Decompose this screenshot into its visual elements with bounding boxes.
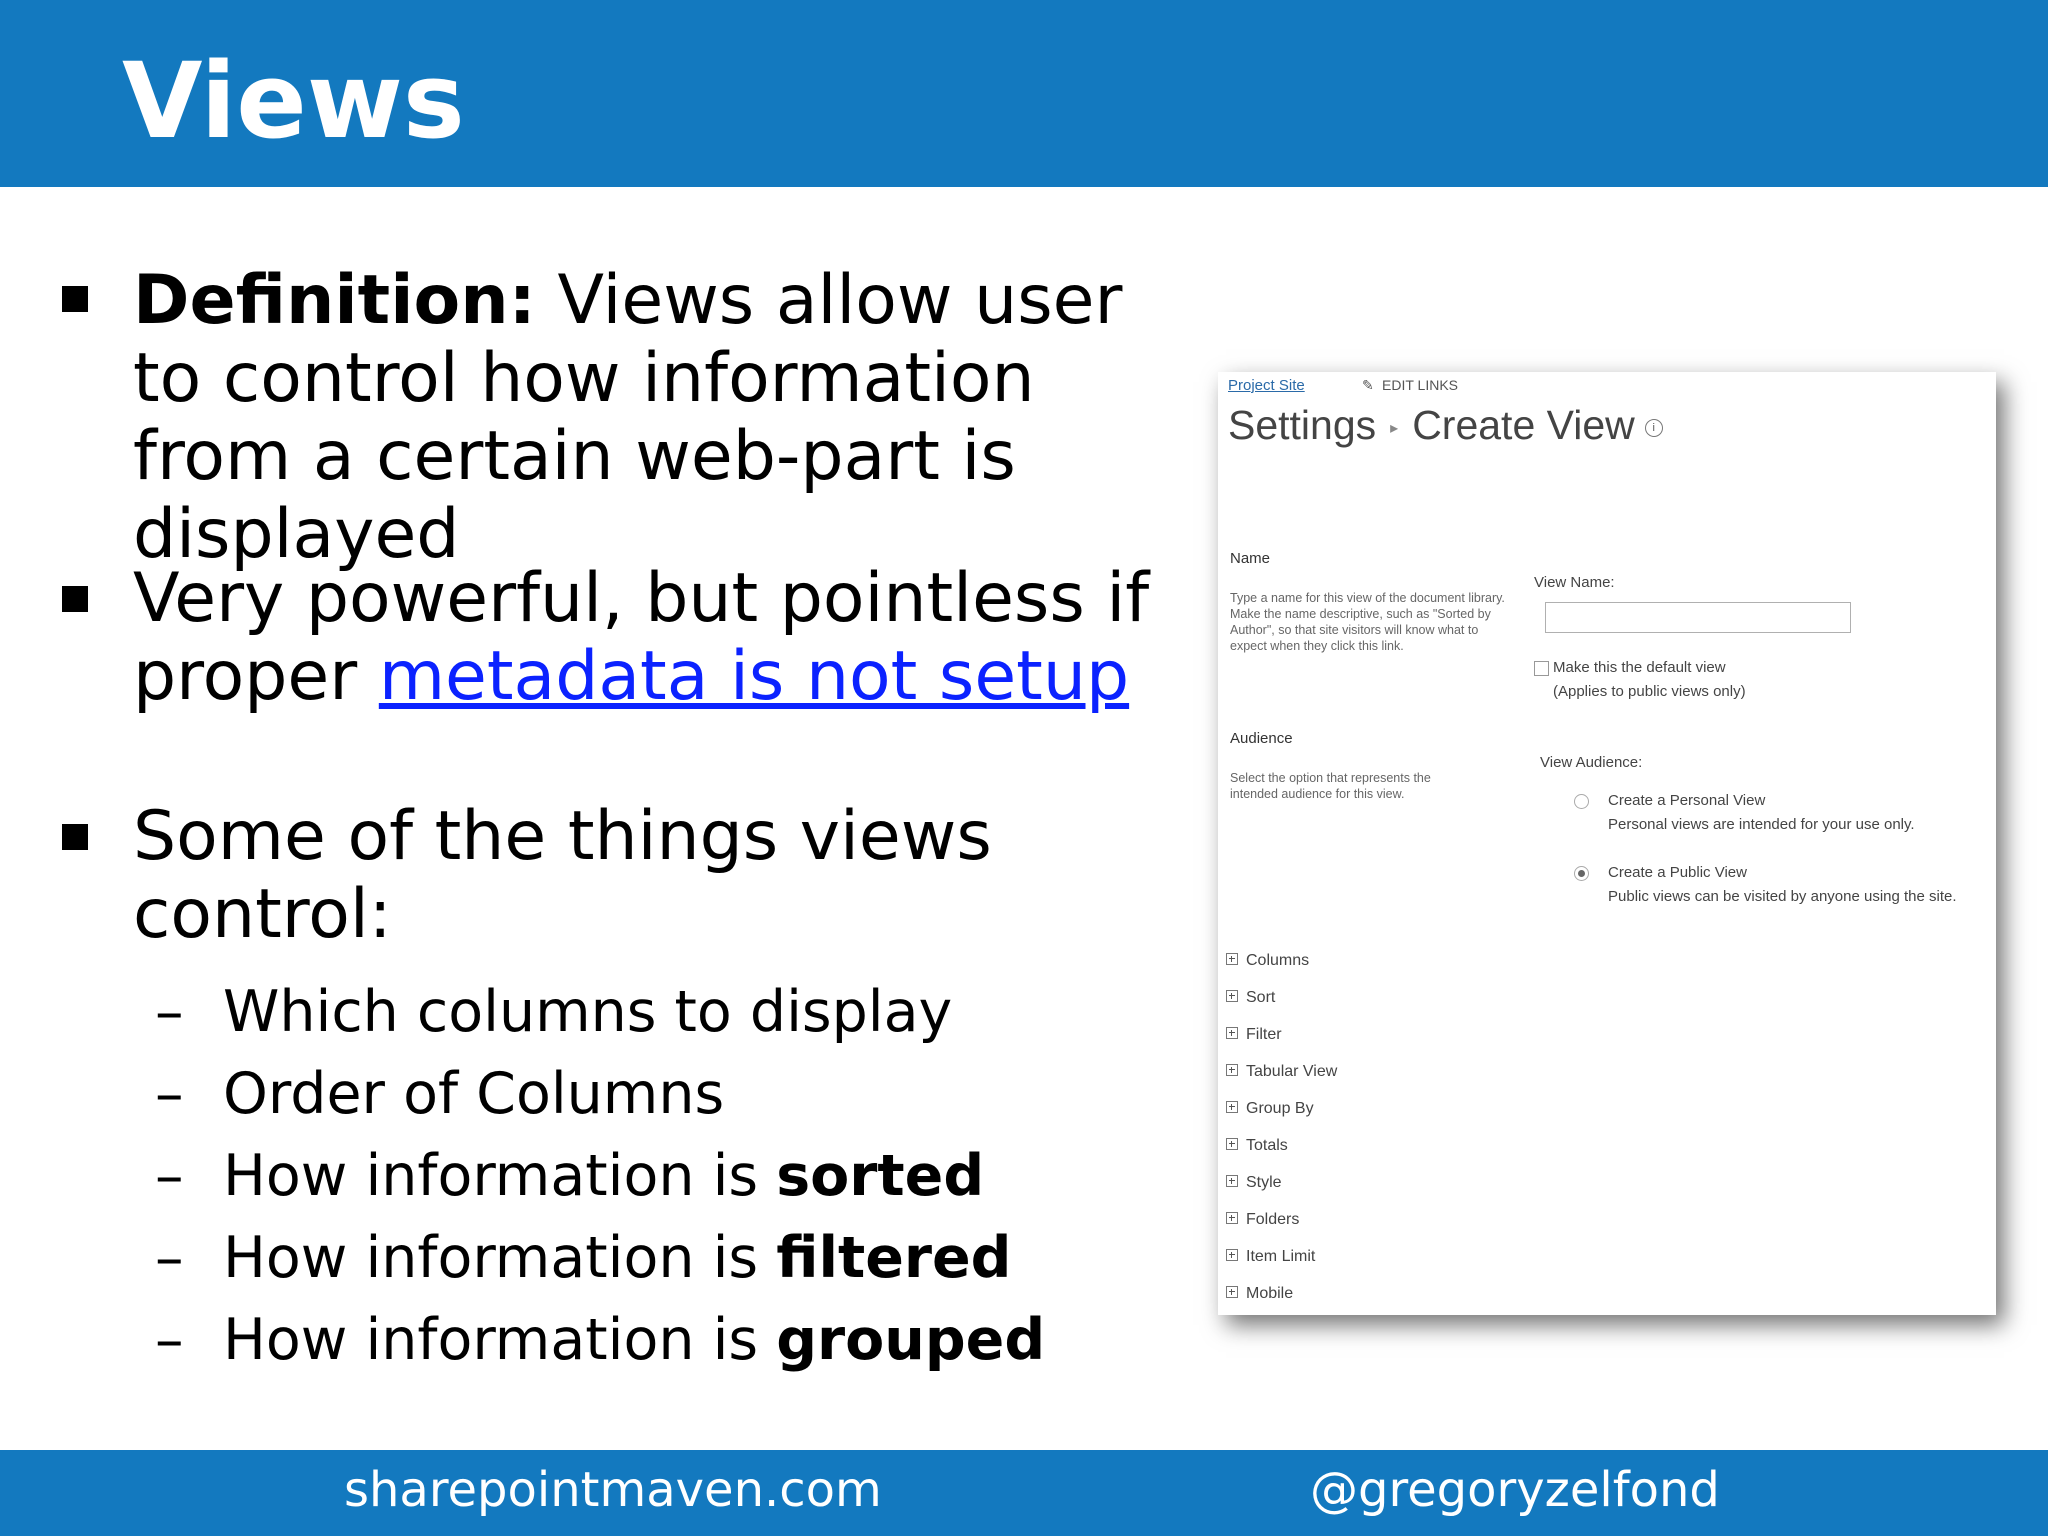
sub-bullet: – How information is sorted	[155, 1144, 984, 1208]
slide-footer: sharepointmaven.com @gregoryzelfond	[0, 1450, 2048, 1536]
section-label: Item Limit	[1246, 1248, 1316, 1265]
view-name-input[interactable]	[1545, 602, 1851, 633]
title-create-view: Create View	[1412, 402, 1635, 448]
section-sort[interactable]: Sort	[1226, 989, 1275, 1007]
public-view-note: Public views can be visited by anyone us…	[1608, 888, 1957, 905]
expand-icon	[1226, 1064, 1238, 1076]
bullet-marker	[62, 824, 88, 850]
sub-bullet: – Which columns to display	[155, 980, 952, 1044]
expand-icon	[1226, 1286, 1238, 1298]
expand-icon	[1226, 990, 1238, 1002]
expand-icon	[1226, 1138, 1238, 1150]
audience-section-description: Select the option that represents the in…	[1230, 771, 1431, 801]
audience-section-title: Audience	[1230, 730, 1293, 747]
public-view-radio[interactable]	[1574, 866, 1589, 881]
sub-bullet-text: How information is	[223, 1307, 777, 1373]
breadcrumb-project-site[interactable]: Project Site	[1228, 377, 1305, 394]
sub-bullet: – How information is grouped	[155, 1308, 1045, 1372]
sub-bullet-text: How information is	[223, 1225, 777, 1291]
create-view-screenshot: Project Site ✎ EDIT LINKS Settings ▸ Create…	[1218, 372, 1996, 1315]
section-group-by[interactable]: Group By	[1226, 1100, 1314, 1118]
bullet-definition: Definition: Views allow user to control …	[133, 262, 1193, 574]
section-item-limit[interactable]: Item Limit	[1226, 1248, 1315, 1266]
dash: –	[155, 1307, 184, 1373]
slide-title: Views	[122, 40, 465, 162]
name-section-title: Name	[1230, 550, 1271, 567]
view-name-label: View Name:	[1534, 574, 1615, 591]
section-label: Filter	[1246, 1026, 1282, 1043]
personal-view-label: Create a Personal View	[1608, 792, 1766, 809]
section-label: Sort	[1246, 989, 1276, 1006]
default-view-checkbox[interactable]	[1534, 661, 1549, 676]
bullet-marker	[62, 286, 88, 312]
section-label: Columns	[1246, 952, 1310, 969]
section-mobile[interactable]: Mobile	[1226, 1285, 1293, 1303]
bullet-bold-prefix: Definition:	[133, 261, 536, 340]
metadata-link[interactable]: metadata is not setup	[379, 637, 1129, 716]
slide-header: Views	[0, 0, 2048, 187]
pencil-icon: ✎	[1362, 377, 1374, 393]
sub-bullet-bold: sorted	[776, 1143, 985, 1209]
bullet-marker	[62, 586, 88, 612]
section-folders[interactable]: Folders	[1226, 1211, 1299, 1229]
section-label: Style	[1246, 1174, 1282, 1191]
section-label: Mobile	[1246, 1285, 1294, 1302]
dash: –	[155, 979, 184, 1045]
edit-links-button[interactable]: ✎ EDIT LINKS	[1362, 377, 1458, 394]
expand-icon	[1226, 953, 1238, 965]
edit-links-label: EDIT LINKS	[1382, 377, 1458, 393]
name-section-description: Type a name for this view of the documen…	[1230, 591, 1505, 653]
expand-icon	[1226, 1175, 1238, 1187]
dash: –	[155, 1061, 184, 1127]
section-columns[interactable]: Columns	[1226, 952, 1309, 970]
sub-bullet-text: How information is	[223, 1143, 777, 1209]
expand-icon	[1226, 1027, 1238, 1039]
section-label: Totals	[1246, 1137, 1288, 1154]
section-tabular-view[interactable]: Tabular View	[1226, 1063, 1337, 1081]
section-label: Folders	[1246, 1211, 1300, 1228]
sub-bullet: – How information is filtered	[155, 1226, 1011, 1290]
bullet-metadata: Very powerful, but pointless if proper m…	[133, 560, 1193, 716]
footer-twitter-handle: @gregoryzelfond	[1310, 1462, 1720, 1518]
section-filter[interactable]: Filter	[1226, 1026, 1282, 1044]
default-view-note: (Applies to public views only)	[1553, 683, 1746, 700]
expand-icon	[1226, 1101, 1238, 1113]
expand-icon	[1226, 1249, 1238, 1261]
breadcrumb-arrow-icon: ▸	[1390, 420, 1399, 438]
info-icon[interactable]: i	[1644, 419, 1663, 438]
section-label: Tabular View	[1246, 1063, 1338, 1080]
default-view-label: Make this the default view	[1553, 659, 1726, 676]
section-label: Group By	[1246, 1100, 1314, 1117]
public-view-label: Create a Public View	[1608, 864, 1747, 881]
sub-bullet-bold: filtered	[776, 1225, 1012, 1291]
sub-bullet-text: Order of Columns	[223, 1061, 725, 1127]
sub-bullet: – Order of Columns	[155, 1062, 724, 1126]
sub-bullet-text: Which columns to display	[223, 979, 953, 1045]
personal-view-note: Personal views are intended for your use…	[1608, 816, 1915, 833]
personal-view-radio[interactable]	[1574, 794, 1589, 809]
view-audience-label: View Audience:	[1540, 754, 1643, 771]
dash: –	[155, 1225, 184, 1291]
bullet-things-views-control: Some of the things views control:	[133, 797, 992, 954]
section-style[interactable]: Style	[1226, 1174, 1282, 1192]
page-title: Settings ▸ Create View i	[1228, 402, 1663, 449]
dash: –	[155, 1143, 184, 1209]
section-totals[interactable]: Totals	[1226, 1137, 1288, 1155]
expand-icon	[1226, 1212, 1238, 1224]
sub-bullet-bold: grouped	[776, 1307, 1046, 1373]
title-settings-link[interactable]: Settings	[1228, 402, 1376, 448]
footer-website: sharepointmaven.com	[344, 1462, 882, 1518]
